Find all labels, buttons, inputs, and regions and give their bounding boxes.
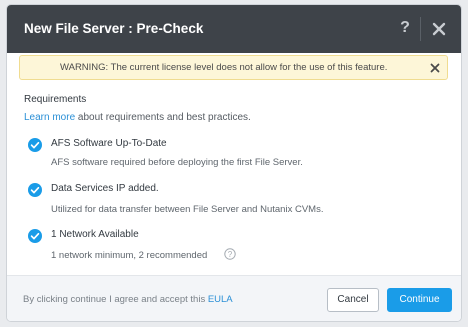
continue-button[interactable]: Continue — [387, 288, 452, 312]
agreement-text: By clicking continue I agree and accept … — [23, 294, 208, 305]
requirement-description: 1 network minimum, 2 recommended — [51, 250, 208, 261]
requirement-title: 1 Network Available — [51, 229, 139, 240]
dialog-header: New File Server : Pre-Check ? — [7, 5, 461, 53]
dialog-footer: By clicking continue I agree and accept … — [7, 275, 461, 321]
warning-text: WARNING: The current license level does … — [60, 62, 388, 73]
license-warning-banner: WARNING: The current license level does … — [19, 55, 448, 80]
requirements-heading: Requirements — [24, 94, 87, 105]
check-circle-icon — [28, 138, 42, 152]
close-icon[interactable] — [428, 18, 450, 40]
help-icon[interactable]: ? — [396, 18, 414, 38]
requirement-description: AFS software required before deploying t… — [51, 157, 303, 168]
learn-more-link[interactable]: Learn more — [24, 112, 75, 123]
requirement-title: AFS Software Up-To-Date — [51, 138, 167, 149]
close-icon[interactable] — [429, 62, 441, 74]
pre-check-dialog: New File Server : Pre-Check ? WARNING: T… — [7, 5, 461, 321]
eula-agreement-text: By clicking continue I agree and accept … — [23, 294, 233, 305]
learn-more-suffix: about requirements and best practices. — [75, 112, 251, 123]
requirement-title: Data Services IP added. — [51, 183, 159, 194]
check-circle-icon — [28, 229, 42, 243]
header-divider — [420, 17, 421, 41]
eula-link[interactable]: EULA — [208, 294, 233, 305]
learn-more-line: Learn more about requirements and best p… — [24, 112, 251, 123]
dialog-title: New File Server : Pre-Check — [24, 21, 204, 36]
cancel-button[interactable]: Cancel — [327, 288, 379, 312]
question-circle-icon[interactable]: ? — [224, 248, 236, 260]
check-circle-icon — [28, 183, 42, 197]
svg-text:?: ? — [228, 250, 233, 259]
requirement-description: Utilized for data transfer between File … — [51, 204, 324, 215]
